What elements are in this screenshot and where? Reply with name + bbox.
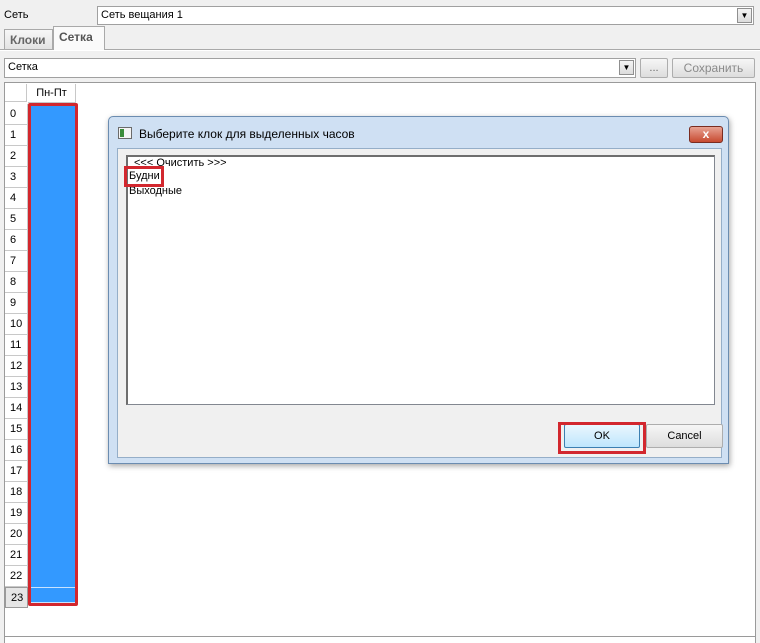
weekdays-highlight-frame <box>124 166 164 187</box>
row-header[interactable]: 23 <box>5 587 28 608</box>
save-button[interactable]: Сохранить <box>672 58 755 78</box>
grid-select-value: Сетка <box>8 61 38 73</box>
row-header[interactable]: 4 <box>5 188 28 209</box>
ok-highlight-frame <box>558 422 646 454</box>
row-header[interactable]: 6 <box>5 230 28 251</box>
clock-list[interactable]: <<< Очистить >>> Будни Выходные <box>126 155 715 405</box>
network-label: Сеть <box>4 9 29 21</box>
row-header[interactable]: 18 <box>5 482 28 503</box>
row-header[interactable]: 3 <box>5 167 28 188</box>
network-select[interactable]: Сеть вещания 1 ▼ <box>97 6 754 25</box>
grid-select[interactable]: Сетка ▼ <box>4 58 636 78</box>
row-header[interactable]: 14 <box>5 398 28 419</box>
tab-clocks-label: Клоки <box>10 33 46 47</box>
app-window-icon <box>118 127 132 139</box>
row-header[interactable]: 7 <box>5 251 28 272</box>
row-header[interactable]: 22 <box>5 566 28 587</box>
row-header[interactable]: 11 <box>5 335 28 356</box>
row-header[interactable]: 20 <box>5 524 28 545</box>
row-header[interactable]: 19 <box>5 503 28 524</box>
row-header[interactable]: 1 <box>5 125 28 146</box>
close-button[interactable]: x <box>689 126 723 143</box>
tab-clocks[interactable]: Клоки <box>4 29 53 49</box>
row-header[interactable]: 2 <box>5 146 28 167</box>
chevron-down-icon[interactable]: ▼ <box>619 60 634 75</box>
close-icon: x <box>702 127 710 141</box>
browse-button[interactable]: ... <box>640 58 668 78</box>
row-header[interactable]: 5 <box>5 209 28 230</box>
row-header[interactable]: 17 <box>5 461 28 482</box>
row-header[interactable]: 21 <box>5 545 28 566</box>
tab-grid[interactable]: Сетка <box>53 26 105 50</box>
grid-bottom <box>4 637 756 643</box>
selection-highlight-frame <box>28 103 78 606</box>
tab-grid-label: Сетка <box>59 30 93 44</box>
row-header[interactable]: 9 <box>5 293 28 314</box>
grid-corner <box>5 84 27 102</box>
row-header[interactable]: 10 <box>5 314 28 335</box>
clock-picker-dialog: Выберите клок для выделенных часов x <<<… <box>108 116 729 464</box>
network-select-value: Сеть вещания 1 <box>101 9 183 21</box>
row-header[interactable]: 16 <box>5 440 28 461</box>
dialog-body: <<< Очистить >>> Будни Выходные OK Cance… <box>117 148 723 458</box>
row-header[interactable]: 12 <box>5 356 28 377</box>
chevron-down-icon[interactable]: ▼ <box>737 8 752 23</box>
row-header[interactable]: 8 <box>5 272 28 293</box>
dialog-title: Выберите клок для выделенных часов <box>139 127 355 141</box>
row-header[interactable]: 13 <box>5 377 28 398</box>
row-header[interactable]: 0 <box>5 104 28 125</box>
row-header[interactable]: 15 <box>5 419 28 440</box>
cancel-button[interactable]: Cancel <box>646 424 723 448</box>
column-header-weekdays[interactable]: Пн-Пт <box>28 84 76 103</box>
